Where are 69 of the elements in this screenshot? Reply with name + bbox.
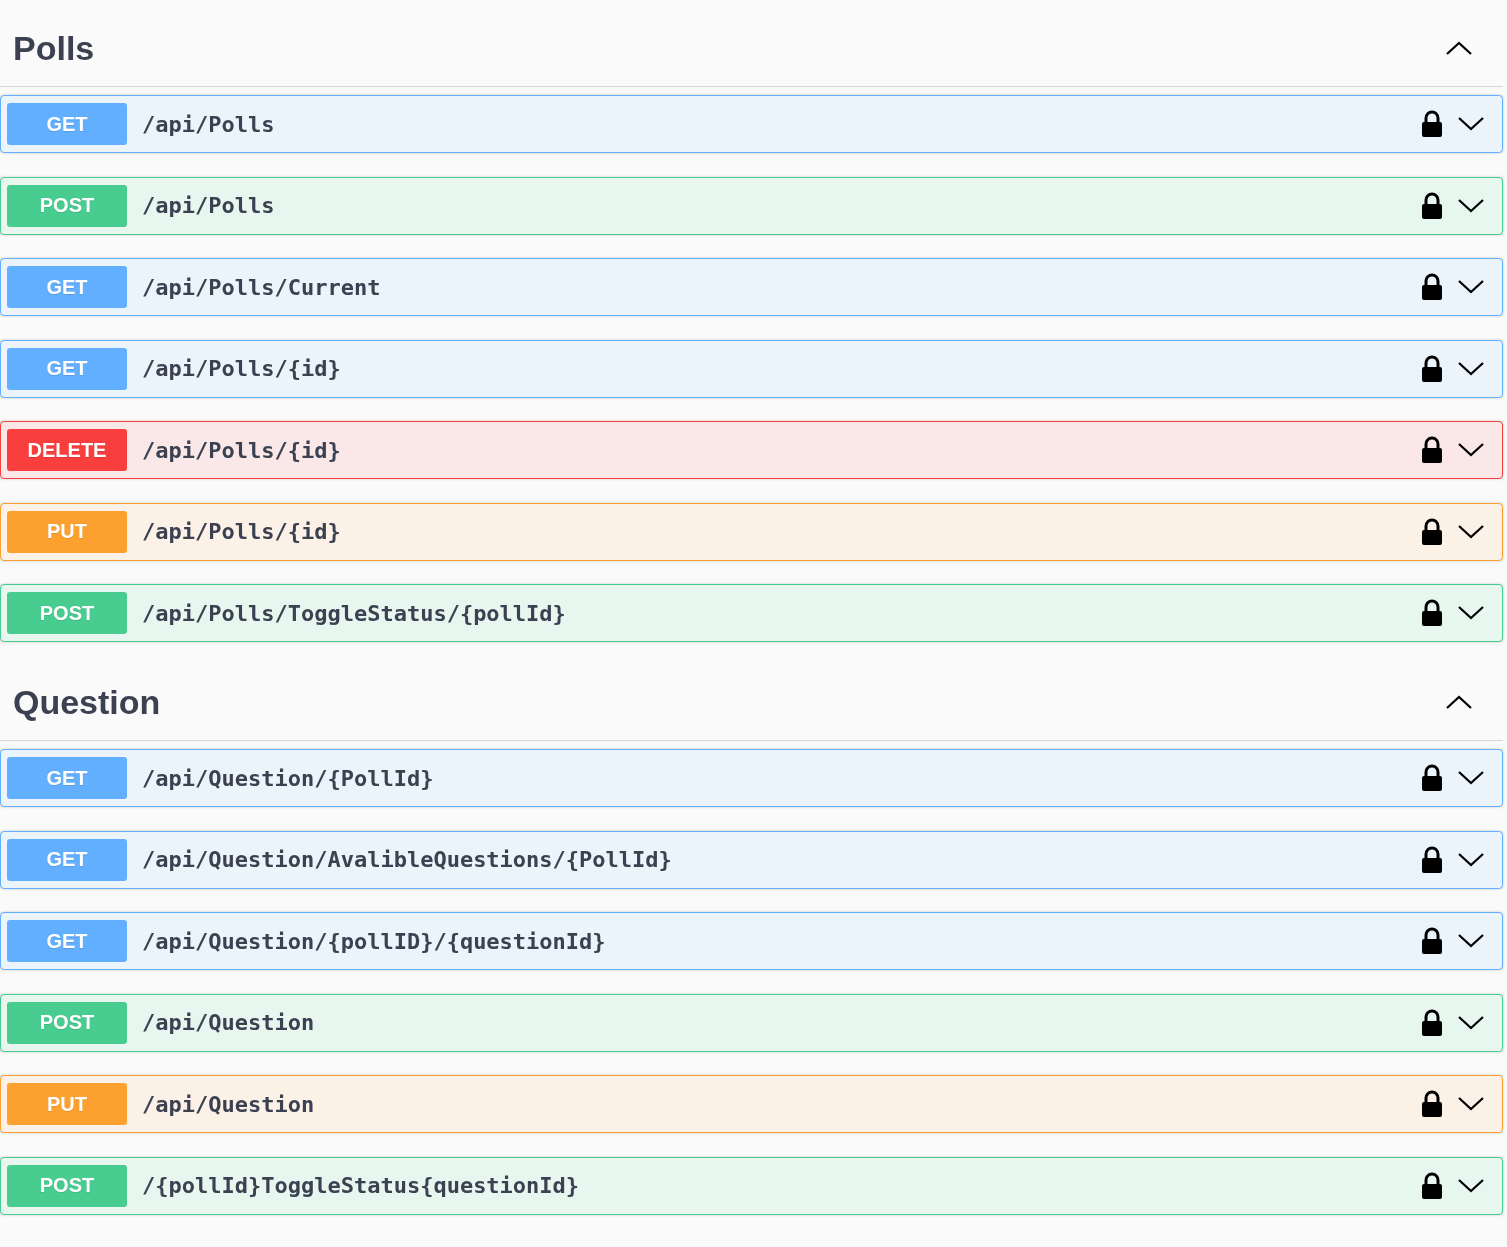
endpoint-path: /api/Polls	[142, 111, 276, 137]
operation-row[interactable]: GET /api/Polls/Current	[0, 258, 1503, 316]
lock-icon[interactable]	[1421, 599, 1443, 627]
lock-icon[interactable]	[1421, 764, 1443, 792]
method-badge: PUT	[7, 1083, 127, 1125]
method-badge: POST	[7, 592, 127, 634]
endpoint-path: /api/Question/{pollID}/{questionId}	[142, 928, 607, 954]
operation-row[interactable]: POST /{pollId}ToggleStatus{questionId}	[0, 1156, 1503, 1215]
lock-icon[interactable]	[1421, 1008, 1443, 1037]
lock-icon[interactable]	[1421, 1171, 1443, 1200]
chevron-down-icon[interactable]	[1457, 851, 1485, 868]
section-title[interactable]: Question	[13, 682, 1445, 722]
operation-row[interactable]: DELETE /api/Polls/{id}	[0, 421, 1503, 479]
chevron-down-icon[interactable]	[1457, 360, 1485, 377]
endpoint-path: /api/Question/AvalibleQuestions/{PollId}	[142, 847, 673, 872]
lock-icon[interactable]	[1421, 927, 1443, 955]
endpoint-path: /api/Polls/{id}	[142, 356, 342, 381]
endpoint-path: /api/Polls	[142, 193, 276, 218]
operation-row[interactable]: GET /api/Polls/{id}	[0, 339, 1503, 398]
method-badge: GET	[7, 838, 127, 881]
operation-row[interactable]: PUT /api/Question	[0, 1075, 1503, 1133]
endpoint-path: /api/Polls/Current	[142, 274, 382, 300]
endpoint-path: /{pollId}ToggleStatus{questionId}	[142, 1173, 581, 1198]
operation-row[interactable]: GET /api/Question/{PollId}	[0, 749, 1503, 807]
chevron-down-icon[interactable]	[1457, 1096, 1485, 1112]
chevron-down-icon[interactable]	[1457, 1177, 1485, 1194]
method-badge: PUT	[7, 510, 127, 553]
chevron-down-icon[interactable]	[1457, 933, 1485, 949]
method-badge: POST	[7, 1001, 127, 1044]
method-badge: GET	[7, 103, 127, 145]
lock-icon[interactable]	[1421, 273, 1443, 301]
lock-icon[interactable]	[1421, 354, 1443, 383]
section-title[interactable]: Polls	[13, 28, 1445, 68]
chevron-down-icon[interactable]	[1457, 116, 1485, 132]
endpoint-path: /api/Polls/ToggleStatus/{pollId}	[142, 600, 567, 626]
lock-icon[interactable]	[1421, 1090, 1443, 1118]
operation-row[interactable]: PUT /api/Polls/{id}	[0, 502, 1503, 561]
lock-icon[interactable]	[1421, 845, 1443, 874]
method-badge: GET	[7, 347, 127, 390]
lock-icon[interactable]	[1421, 436, 1443, 464]
lock-icon[interactable]	[1421, 110, 1443, 138]
endpoint-path: /api/Question	[142, 1010, 316, 1035]
operation-row[interactable]: POST /api/Polls	[0, 176, 1503, 235]
method-badge: DELETE	[7, 429, 127, 471]
method-badge: GET	[7, 266, 127, 308]
chevron-up-icon[interactable]	[1445, 40, 1473, 56]
chevron-down-icon[interactable]	[1457, 770, 1485, 786]
chevron-down-icon[interactable]	[1457, 442, 1485, 458]
endpoint-path: /api/Polls/{id}	[142, 519, 342, 544]
chevron-down-icon[interactable]	[1457, 197, 1485, 214]
operation-row[interactable]: GET /api/Polls	[0, 95, 1503, 153]
endpoint-path: /api/Question/{PollId}	[142, 765, 435, 791]
endpoint-path: /api/Question	[142, 1091, 316, 1117]
operation-row[interactable]: POST /api/Question	[0, 993, 1503, 1052]
method-badge: POST	[7, 1164, 127, 1207]
method-badge: POST	[7, 184, 127, 227]
chevron-down-icon[interactable]	[1457, 605, 1485, 621]
operation-row[interactable]: GET /api/Question/{pollID}/{questionId}	[0, 912, 1503, 970]
lock-icon[interactable]	[1421, 517, 1443, 546]
chevron-down-icon[interactable]	[1457, 523, 1485, 540]
method-badge: GET	[7, 920, 127, 962]
chevron-up-icon[interactable]	[1445, 694, 1473, 710]
operation-row[interactable]: POST /api/Polls/ToggleStatus/{pollId}	[0, 584, 1503, 642]
endpoint-path: /api/Polls/{id}	[142, 437, 342, 463]
chevron-down-icon[interactable]	[1457, 1014, 1485, 1031]
chevron-down-icon[interactable]	[1457, 279, 1485, 295]
lock-icon[interactable]	[1421, 191, 1443, 220]
method-badge: GET	[7, 757, 127, 799]
operation-row[interactable]: GET /api/Question/AvalibleQuestions/{PollId}	[0, 830, 1503, 889]
